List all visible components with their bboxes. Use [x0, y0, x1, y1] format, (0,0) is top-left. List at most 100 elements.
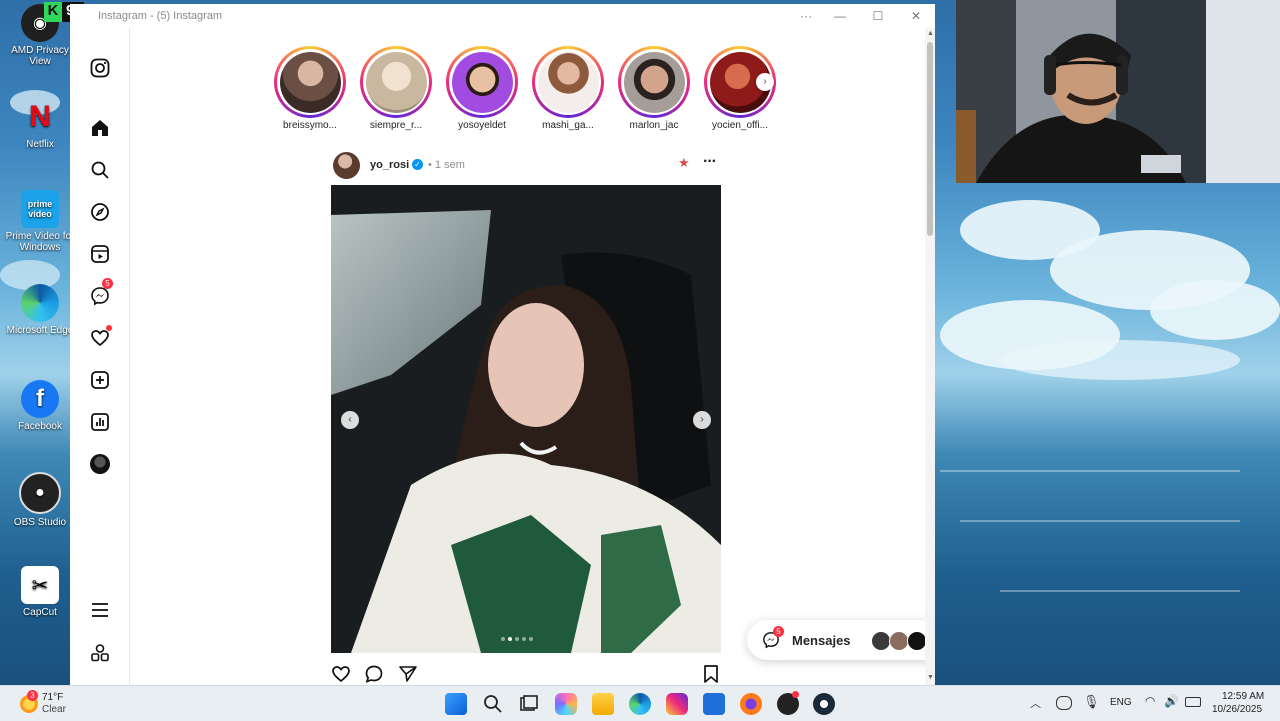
taskbar-instagram-icon[interactable] [666, 693, 688, 715]
story-item[interactable]: mashi_ga... [528, 46, 608, 131]
story-avatar [537, 51, 599, 113]
post-options-button[interactable]: ··· [703, 153, 717, 171]
desktop-icon-label: AMD Privacy View [11, 45, 69, 67]
messages-pill-badge: 5 [773, 626, 784, 637]
microsoft-store-icon[interactable] [703, 693, 725, 715]
story-avatar [623, 51, 685, 113]
chevron-right-icon: › [763, 76, 767, 87]
post-image[interactable]: ‹ › [331, 185, 721, 653]
webcam-feed [956, 0, 1280, 183]
instagram-sidebar: 5 [70, 28, 130, 685]
stories-next-button[interactable]: › [756, 73, 774, 91]
desktop-icon-obs-studio[interactable]: ● OBS Studio [5, 472, 75, 528]
story-avatar [365, 51, 427, 113]
messenger-icon[interactable]: 5 [88, 278, 113, 308]
story-username: marlon_jac [629, 120, 679, 131]
obs-studio-icon: ● [19, 472, 61, 514]
desktop-icon-label: Prime Video for Windows [5, 231, 75, 253]
share-send-icon[interactable] [398, 664, 418, 685]
scrollbar-thumb[interactable] [927, 42, 933, 236]
weather-badge: 3 [27, 690, 38, 701]
post-timestamp: • 1 sem [428, 159, 465, 171]
desktop-icon-netflix[interactable]: N Netflix [5, 98, 75, 150]
steam-icon[interactable] [813, 693, 835, 715]
feed-scrollbar[interactable]: ▲ ▼ [925, 28, 935, 685]
story-item[interactable]: breissymo... [270, 46, 350, 131]
network-tray-icon[interactable] [1056, 696, 1072, 710]
create-post-icon[interactable] [88, 368, 112, 392]
desktop-icon-prime-video[interactable]: prime video Prime Video for Windows [5, 190, 75, 253]
scroll-down-arrow-icon[interactable]: ▼ [927, 674, 934, 681]
clock-time[interactable]: 12:59 AM [1222, 691, 1264, 702]
more-menu-icon[interactable] [88, 598, 112, 622]
post-author-avatar[interactable] [333, 152, 360, 179]
microphone-icon[interactable]: 🎙 [1083, 694, 1100, 710]
firefox-icon[interactable] [740, 693, 762, 715]
weather-temp: 71°F [42, 692, 64, 703]
task-view-icon[interactable] [518, 693, 540, 715]
story-username: yosoyeldet [458, 120, 506, 131]
profile-avatar[interactable] [88, 452, 112, 476]
chat-avatar [889, 631, 909, 651]
chevron-right-icon: › [700, 414, 704, 425]
desktop-icon-label: Facebook [18, 421, 62, 432]
instagram-logo-icon[interactable] [88, 56, 112, 80]
story-username: breissymo... [283, 120, 337, 131]
battery-icon[interactable] [1185, 697, 1201, 707]
netflix-icon: N [29, 100, 51, 133]
input-language[interactable]: ENG [1110, 697, 1132, 708]
window-close-button[interactable]: ✕ [904, 7, 928, 25]
scroll-up-arrow-icon[interactable]: ▲ [927, 30, 934, 37]
window-maximize-button[interactable]: ☐ [866, 7, 890, 25]
carousel-dots [501, 637, 533, 641]
window-more-button[interactable]: ··· [794, 7, 818, 25]
edge-icon [21, 284, 59, 322]
story-item[interactable]: siempre_r... [356, 46, 436, 131]
explore-compass-icon[interactable] [88, 200, 112, 224]
story-username: mashi_ga... [542, 120, 594, 131]
save-bookmark-icon[interactable] [702, 664, 720, 685]
story-item[interactable]: marlon_jac [614, 46, 694, 131]
clock-date[interactable]: 10/26/2025 [1212, 704, 1262, 715]
webcam-overlay [956, 0, 1280, 183]
search-icon[interactable] [88, 158, 112, 182]
story-item[interactable]: yosoyeldet [442, 46, 522, 131]
chevron-up-icon[interactable]: ︿ [1030, 695, 1041, 711]
post-next-button[interactable]: › [693, 411, 711, 429]
home-icon[interactable] [88, 116, 112, 140]
reels-icon[interactable] [88, 242, 112, 266]
desktop-icon-capcut[interactable]: ✂ CapCut [5, 566, 75, 618]
desktop-icon-microsoft-edge[interactable]: Microsoft Edge [5, 284, 75, 336]
like-heart-icon[interactable] [331, 664, 351, 685]
windows-taskbar: 3 71°F Clear ︿ 🎙 ENG ◠ 🔊 12:59 AM 10/26/… [0, 685, 1280, 721]
copilot-icon[interactable] [555, 693, 577, 715]
carousel-dot [522, 637, 526, 641]
post-prev-button[interactable]: ‹ [341, 411, 359, 429]
desktop-icon-facebook[interactable]: f Facebook [5, 380, 75, 432]
messages-floating-button[interactable]: 5 Mensajes ··· [747, 620, 925, 660]
notifications-heart-icon[interactable] [88, 325, 112, 350]
carousel-dot [529, 637, 533, 641]
story-avatar [451, 51, 513, 113]
window-minimize-button[interactable]: — [828, 7, 852, 25]
story-avatar [279, 51, 341, 113]
file-explorer-icon[interactable] [592, 693, 614, 715]
windows-start-icon[interactable] [445, 693, 467, 715]
desktop-icon-label: Netflix [26, 139, 54, 150]
obs-recording-dot [792, 691, 799, 698]
volume-icon[interactable]: 🔊 [1164, 694, 1179, 708]
chevron-left-icon: ‹ [348, 414, 352, 425]
dashboard-insights-icon[interactable] [88, 410, 112, 434]
favorite-star-icon[interactable]: ★ [678, 155, 690, 171]
weather-widget[interactable]: 3 71°F Clear [20, 689, 90, 719]
capcut-icon: ✂ [21, 566, 59, 604]
wifi-icon[interactable]: ◠ [1145, 694, 1155, 708]
post-username[interactable]: yo_rosi [370, 159, 409, 171]
window-titlebar[interactable]: Instagram - (5) Instagram ··· — ☐ ✕ [70, 4, 935, 28]
instagram-feed: breissymo... siempre_r... yosoyeldet mas… [130, 28, 925, 685]
also-from-meta-icon[interactable] [88, 641, 112, 665]
desktop-icon-label: Microsoft Edge [6, 325, 74, 336]
taskbar-search-icon[interactable] [482, 693, 504, 715]
comment-icon[interactable] [364, 664, 384, 685]
taskbar-edge-icon[interactable] [629, 693, 651, 715]
